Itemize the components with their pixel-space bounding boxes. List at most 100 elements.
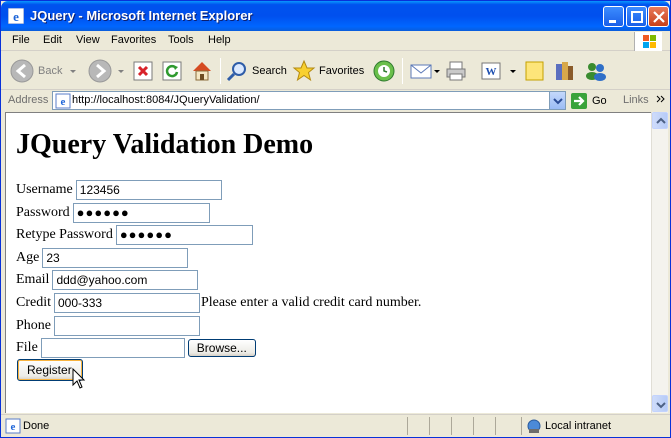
username-input[interactable]: 123456 [75,180,222,200]
maximize-button[interactable] [626,6,647,27]
email-label: Email [16,272,50,287]
refresh-icon [162,61,182,81]
chevron-down-icon [70,70,77,73]
address-url: http://localhost:8084/JQueryValidation/ [72,94,260,106]
messenger-icon [586,63,606,81]
go-button[interactable]: Go [570,91,607,110]
back-arrow-icon [10,59,34,83]
retype-password-label: Retype Password [16,227,113,242]
email-input[interactable]: ddd@yahoo.com [52,270,199,290]
retype-password-row: Retype Password ●●●●●● [16,224,253,246]
close-button[interactable] [648,6,669,27]
close-icon [653,11,665,23]
menu-favorites[interactable]: Favorites [111,34,156,46]
chevron-down-icon [553,98,563,105]
status-bar: e Done Local intranet [1,414,670,437]
username-row: Username 123456 [16,179,222,201]
address-input[interactable]: e http://localhost:8084/JQueryValidation… [52,91,566,110]
mouse-pointer-icon [72,368,86,389]
credit-error-message: Please enter a valid credit card number. [201,295,422,310]
ie-icon: e [8,8,24,24]
research-button[interactable] [553,56,577,86]
minimize-icon [609,20,616,23]
home-button[interactable] [190,56,214,86]
menu-tools[interactable]: Tools [168,34,194,46]
search-button[interactable]: Search [225,56,287,86]
address-label: Address [8,94,49,106]
forward-button[interactable] [87,56,126,86]
toolbar-separator [402,58,403,84]
password-row: Password ●●●●●● [16,202,210,224]
mail-button[interactable] [409,56,441,86]
favorites-button[interactable]: Favorites [292,56,364,86]
page-heading: JQuery Validation Demo [16,129,314,160]
phone-input[interactable] [54,316,200,336]
research-books-icon [556,62,573,80]
browse-button[interactable]: Browse... [187,339,256,357]
page-done-icon: e [5,418,21,434]
toolbar: Back Search Favorites W [1,52,670,90]
username-label: Username [16,182,73,197]
print-button[interactable] [444,56,468,86]
page-icon: e [55,93,71,109]
window-title: JQuery - Microsoft Internet Explorer [30,8,253,23]
status-text: Done [23,420,50,432]
menu-help[interactable]: Help [208,34,231,46]
menu-view[interactable]: View [76,34,100,46]
svg-text:e: e [61,96,66,108]
home-icon [193,62,211,81]
file-row: File Browse... [16,337,256,359]
password-input[interactable]: ●●●●●● [72,203,210,223]
back-button[interactable]: Back [9,56,78,86]
chevron-down-icon [118,70,124,73]
go-arrow-icon [571,92,587,109]
scroll-up-button[interactable] [652,112,668,129]
scroll-down-button[interactable] [652,395,668,412]
status-pane [473,417,495,435]
vertical-scrollbar[interactable] [651,112,668,413]
status-pane [451,417,473,435]
file-input[interactable] [40,338,185,358]
phone-label: Phone [16,318,51,333]
refresh-button[interactable] [161,56,183,86]
messenger-button[interactable] [584,56,608,86]
chevron-up-icon [656,117,666,124]
word-edit-icon: W [481,62,501,80]
age-input[interactable]: 23 [42,248,189,268]
age-row: Age 23 [16,247,189,269]
age-label: Age [16,250,40,265]
forward-arrow-icon [88,59,112,83]
credit-row: Credit 000-333 Please enter a valid cred… [16,292,421,314]
credit-input[interactable]: 000-333 [54,293,200,313]
phone-row: Phone [16,315,200,337]
chevron-down-icon [510,70,516,73]
address-bar: Address e http://localhost:8084/JQueryVa… [1,90,670,111]
chevron-down-icon [656,402,666,409]
file-label: File [16,340,38,355]
chevron-down-icon [434,70,440,73]
menu-edit[interactable]: Edit [43,34,62,46]
retype-password-input[interactable]: ●●●●●● [115,225,253,245]
address-dropdown-button[interactable] [549,92,565,109]
status-pane [429,417,451,435]
status-pane [407,417,429,435]
history-button[interactable] [372,56,396,86]
security-zone-text: Local intranet [545,420,612,432]
title-bar: e JQuery - Microsoft Internet Explorer [1,1,670,31]
credit-label: Credit [16,295,51,310]
menu-file[interactable]: File [12,34,30,46]
discuss-button[interactable] [524,56,546,86]
chevron-right-icon[interactable] [656,94,666,104]
note-icon [525,61,544,81]
links-button[interactable]: Links [623,94,649,106]
browser-window: e JQuery - Microsoft Internet Explorer F… [0,0,671,438]
history-icon [373,60,395,82]
svg-text:e: e [11,421,16,433]
stop-button[interactable] [132,56,154,86]
intranet-globe-icon [527,419,541,433]
mail-icon [410,64,432,79]
edit-button[interactable]: W [480,56,518,86]
minimize-button[interactable] [603,6,624,27]
maximize-icon [631,11,643,23]
password-label: Password [16,205,70,220]
